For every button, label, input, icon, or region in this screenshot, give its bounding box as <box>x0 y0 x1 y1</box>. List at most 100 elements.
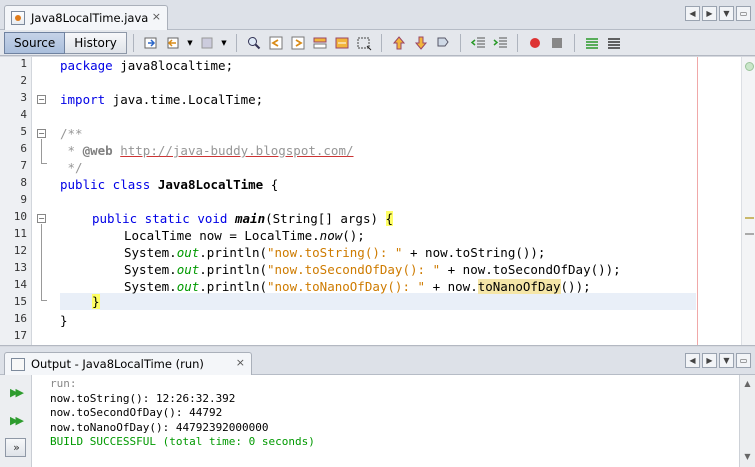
close-output-icon[interactable]: × <box>236 356 245 369</box>
build-status: BUILD SUCCESSFUL (total time: 0 seconds) <box>50 435 315 448</box>
fold-toggle-icon[interactable]: − <box>37 214 46 223</box>
stop-macro-icon[interactable] <box>549 35 565 51</box>
line-number: 16 <box>13 312 27 325</box>
close-tab-icon[interactable]: × <box>152 10 161 23</box>
toolbar-separator <box>573 33 575 52</box>
fold-toggle-icon[interactable]: − <box>37 129 46 138</box>
fold-guide <box>41 139 42 163</box>
uncomment-icon[interactable] <box>606 35 622 51</box>
code-line: System.out.println("now.toString(): " + … <box>124 245 546 260</box>
scroll-right-icon[interactable]: ▶ <box>702 353 717 368</box>
line-number: 13 <box>13 261 27 274</box>
shift-left-icon[interactable] <box>470 35 486 51</box>
fold-guide <box>41 163 47 164</box>
shift-right-icon[interactable] <box>492 35 508 51</box>
find-previous-icon[interactable] <box>268 35 284 51</box>
previous-bookmark-icon[interactable] <box>391 35 407 51</box>
start-macro-icon[interactable] <box>527 35 543 51</box>
history-button[interactable]: History <box>65 31 127 54</box>
output-panel: ▶▶ ▶▶ » run: now.toString(): 12:26:32.39… <box>0 375 755 467</box>
stop-icon[interactable]: » <box>5 438 26 457</box>
toolbar-separator <box>132 33 134 52</box>
code-line: System.out.println("now.toSecondOfDay():… <box>124 262 621 277</box>
back-icon[interactable] <box>165 35 181 51</box>
toolbar-separator <box>516 33 518 52</box>
error-stripe[interactable] <box>741 57 755 345</box>
code-line: System.out.println("now.toNanoOfDay(): "… <box>124 279 591 294</box>
tab-navigation: ◀ ▶ ▼ ▭ <box>685 6 751 21</box>
scroll-down-icon[interactable]: ▼ <box>742 451 753 462</box>
line-number: 3 <box>20 91 27 104</box>
output-line: now.toSecondOfDay(): 44792 <box>50 406 223 419</box>
toggle-bookmark-icon[interactable] <box>435 35 451 51</box>
last-edit-icon[interactable] <box>143 35 159 51</box>
find-icon[interactable] <box>246 35 262 51</box>
dropdown-icon[interactable]: ▼ <box>221 35 227 51</box>
next-bookmark-icon[interactable] <box>413 35 429 51</box>
status-ok-icon <box>745 62 754 71</box>
editor-toolbar: Source History ▼ ▼ <box>0 30 755 56</box>
code-line: LocalTime now = LocalTime.now(); <box>124 228 365 243</box>
error-stripe-mark[interactable] <box>745 217 754 219</box>
line-number-gutter: 1 2 3 4 5 6 7 8 9 10 11 12 13 14 15 16 1… <box>0 57 32 345</box>
line-number: 7 <box>20 159 27 172</box>
error-stripe-mark[interactable] <box>745 233 754 235</box>
line-number: 1 <box>20 57 27 70</box>
code-text[interactable]: package java8localtime; import java.time… <box>60 57 735 345</box>
line-number: 17 <box>13 329 27 342</box>
output-text: run: now.toString(): 12:26:32.392 now.to… <box>50 377 315 450</box>
output-window-icon <box>11 357 25 371</box>
output-line: now.toString(): 12:26:32.392 <box>50 391 236 405</box>
code-line: import java.time.LocalTime; <box>60 92 264 107</box>
scroll-left-icon[interactable]: ◀ <box>685 6 700 21</box>
find-selection-icon[interactable] <box>312 35 328 51</box>
scroll-up-icon[interactable]: ▲ <box>742 378 753 389</box>
line-number: 10 <box>13 210 27 223</box>
output-tab[interactable]: Output - Java8LocalTime (run) × <box>4 352 252 375</box>
rerun-with-args-icon[interactable]: ▶▶ <box>5 411 26 430</box>
code-line: } <box>60 313 68 328</box>
line-number: 6 <box>20 142 27 155</box>
output-actions: ▶▶ ▶▶ » <box>0 375 32 467</box>
find-next-icon[interactable] <box>290 35 306 51</box>
code-line: package java8localtime; <box>60 58 234 73</box>
editor-tabbar: Java8LocalTime.java × ◀ ▶ ▼ ▭ <box>0 0 755 30</box>
code-line: */ <box>60 160 83 175</box>
fold-margin: − − − <box>34 57 50 345</box>
scroll-right-icon[interactable]: ▶ <box>702 6 717 21</box>
show-opened-docs-icon[interactable]: ▼ <box>719 353 734 368</box>
restore-window-icon[interactable]: ▭ <box>736 353 751 368</box>
line-number: 11 <box>13 227 27 240</box>
code-editor[interactable]: 1 2 3 4 5 6 7 8 9 10 11 12 13 14 15 16 1… <box>0 57 755 346</box>
line-number: 5 <box>20 125 27 138</box>
java-file-icon <box>11 11 25 25</box>
file-tab-label: Java8LocalTime.java <box>31 11 149 25</box>
rerun-icon[interactable]: ▶▶ <box>5 383 26 402</box>
scroll-left-icon[interactable]: ◀ <box>685 353 700 368</box>
output-line: now.toNanoOfDay(): 44792392000000 <box>50 420 269 434</box>
show-opened-docs-icon[interactable]: ▼ <box>719 6 734 21</box>
code-line: public static void main(String[] args) { <box>92 211 394 226</box>
forward-icon[interactable] <box>199 35 215 51</box>
toolbar-separator <box>235 33 237 52</box>
dropdown-icon[interactable]: ▼ <box>187 35 193 51</box>
fold-toggle-icon[interactable]: − <box>37 95 46 104</box>
restore-window-icon[interactable]: ▭ <box>736 6 751 21</box>
line-number: 12 <box>13 244 27 257</box>
output-line: run: <box>50 377 77 390</box>
toggle-highlight-icon[interactable] <box>334 35 350 51</box>
line-number: 4 <box>20 108 27 121</box>
output-tabbar: Output - Java8LocalTime (run) × ◀ ▶ ▼ ▭ <box>0 347 755 375</box>
code-line: * @web http://java-buddy.blogspot.com/ <box>60 143 354 158</box>
fold-guide <box>41 300 47 301</box>
code-line: } <box>92 294 100 309</box>
line-number: 9 <box>20 193 27 206</box>
output-tab-navigation: ◀ ▶ ▼ ▭ <box>685 353 751 368</box>
output-scrollbar[interactable]: ▲ ▼ <box>739 375 755 467</box>
source-button[interactable]: Source <box>4 31 66 54</box>
rectangular-selection-icon[interactable] <box>356 35 372 51</box>
code-line: public class Java8LocalTime { <box>60 177 279 192</box>
file-tab-java8localtime[interactable]: Java8LocalTime.java × <box>4 5 168 30</box>
line-number: 8 <box>20 176 27 189</box>
comment-icon[interactable] <box>584 35 600 51</box>
